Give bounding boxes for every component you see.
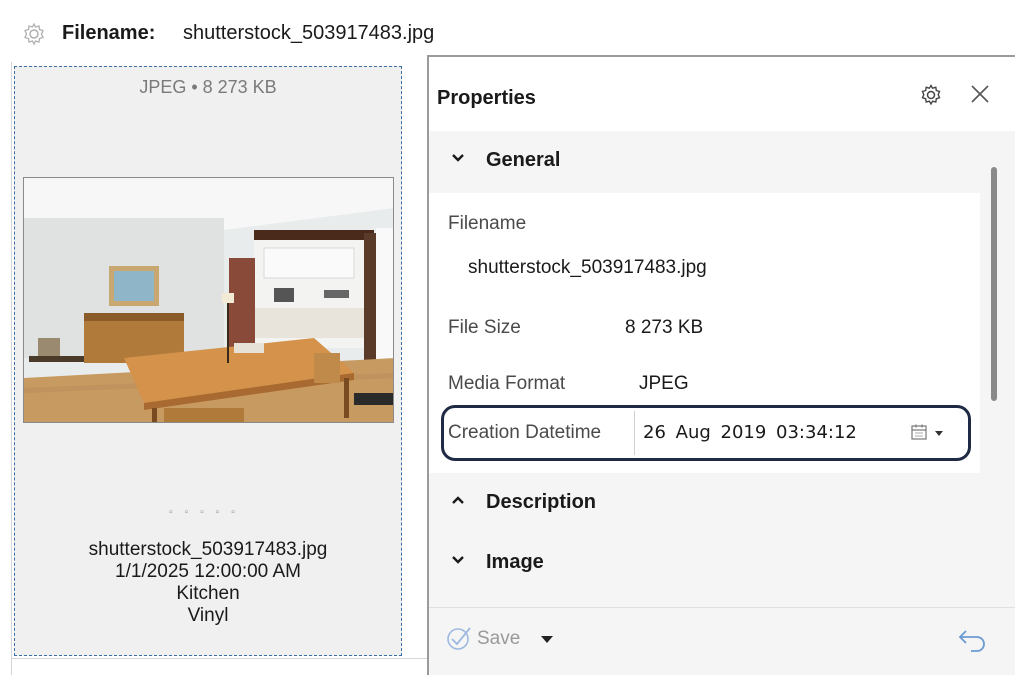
chevron-up-icon — [452, 496, 464, 504]
creation-datetime-value[interactable]: 26 Aug 2019 03:34:12 — [643, 422, 857, 443]
check-circle-icon[interactable] — [445, 624, 473, 652]
properties-scrollbar[interactable] — [980, 131, 1015, 607]
media-caption: shutterstock_503917483.jpg 1/1/2025 12:0… — [15, 539, 401, 627]
filename-bar: Filename: shutterstock_503917483.jpg — [0, 0, 1015, 62]
filename-label: Filename: — [62, 22, 156, 44]
close-icon[interactable] — [969, 83, 991, 105]
media-thumbnail[interactable] — [23, 177, 394, 423]
field-mediaformat-value: JPEG — [639, 373, 689, 394]
field-filesize-label: File Size — [448, 317, 521, 338]
creation-datetime-label: Creation Datetime — [448, 422, 602, 443]
field-mediaformat-label: Media Format — [448, 373, 566, 394]
save-dropdown-caret[interactable] — [541, 636, 553, 643]
save-button[interactable]: Save — [477, 628, 520, 650]
gallery-divider — [11, 62, 12, 675]
caption-material: Vinyl — [187, 605, 229, 626]
section-general-header[interactable]: General — [429, 131, 980, 189]
section-general-title: General — [486, 149, 561, 171]
gear-icon[interactable] — [919, 83, 943, 107]
caption-filename: shutterstock_503917483.jpg — [88, 539, 328, 560]
caption-room: Kitchen — [176, 583, 240, 604]
rating-dots[interactable]: ▫▫▫▫▫ — [15, 507, 401, 518]
field-filename-label: Filename — [448, 213, 527, 234]
properties-title: Properties — [437, 87, 536, 109]
room-photo — [24, 178, 393, 422]
field-filesize-value: 8 273 KB — [625, 317, 704, 338]
datetime-dropdown-caret[interactable] — [935, 431, 943, 436]
media-meta: JPEG • 8 273 KB — [139, 77, 277, 97]
section-description-title: Description — [486, 491, 597, 513]
undo-icon[interactable] — [957, 626, 987, 652]
chevron-down-icon — [452, 556, 464, 564]
gallery-bottom-divider — [11, 658, 431, 659]
caption-date: 1/1/2025 12:00:00 AM — [115, 561, 301, 582]
properties-panel: Properties General Filename shutterstock… — [427, 55, 1015, 675]
section-image-title: Image — [486, 551, 544, 573]
chevron-down-icon — [452, 154, 464, 162]
field-filename-value[interactable]: shutterstock_503917483.jpg — [468, 257, 707, 279]
scrollbar-thumb[interactable] — [991, 167, 997, 401]
section-image-header[interactable]: Image — [429, 533, 980, 591]
media-card[interactable]: JPEG • 8 273 KB ▫▫▫▫▫ shutterstock_50391… — [14, 66, 402, 656]
creation-datetime-field[interactable]: Creation Datetime 26 Aug 2019 03:34:12 — [441, 405, 971, 461]
properties-scroll-area[interactable]: General Filename shutterstock_503917483.… — [429, 131, 980, 607]
properties-footer: Save — [429, 607, 1015, 675]
section-description-header[interactable]: Description — [429, 473, 980, 531]
properties-header: Properties — [429, 57, 1015, 131]
creation-datetime-input[interactable]: 26 Aug 2019 03:34:12 — [634, 411, 964, 455]
calendar-icon[interactable] — [910, 423, 928, 441]
gear-icon[interactable] — [22, 22, 46, 46]
filename-value: shutterstock_503917483.jpg — [183, 22, 435, 44]
